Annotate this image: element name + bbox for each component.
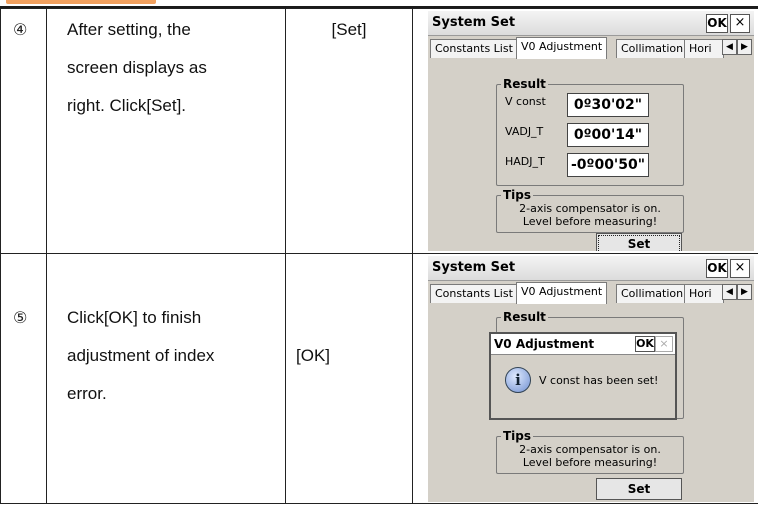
tips-text: 2-axis compensator is on. Level before m…: [497, 443, 683, 469]
steps-table: ④ After setting, the screen displays as …: [0, 8, 758, 504]
window-titlebar: System Set OK ×: [428, 11, 754, 36]
result-label: Result: [501, 77, 548, 91]
description-line: right. Click[Set].: [67, 96, 187, 115]
step-number-cell: ⑤: [0, 253, 47, 504]
step-description-cell: After setting, the screen displays as ri…: [46, 8, 286, 254]
close-icon[interactable]: ×: [730, 259, 750, 278]
tab-bar: Constants List V0 Adjustment Collimation…: [428, 37, 754, 59]
tab-bar: Constants List V0 Adjustment Collimation…: [428, 282, 754, 304]
description-line: After setting, the: [67, 20, 191, 39]
dialog-message: V const has been set!: [539, 374, 659, 387]
step-key-cell: [Set]: [285, 8, 413, 254]
tips-label: Tips: [501, 429, 534, 443]
tab-collimation[interactable]: Collimation: [616, 39, 689, 58]
tab-constants-list[interactable]: Constants List: [430, 39, 518, 58]
dialog-title: V0 Adjustment: [494, 337, 595, 351]
step-screen-cell: System Set OK × Constants List V0 Adjust…: [412, 8, 758, 254]
tips-text: 2-axis compensator is on. Level before m…: [497, 202, 683, 228]
step-row-4: ④ After setting, the screen displays as …: [0, 8, 758, 254]
dialog-titlebar: V0 Adjustment OK ×: [491, 334, 675, 355]
tips-line: 2-axis compensator is on.: [519, 443, 661, 456]
step-description-cell: Click[OK] to finish adjustment of index …: [46, 253, 286, 504]
left-arrow-icon[interactable]: ◀: [722, 39, 737, 55]
description-line: error.: [67, 384, 107, 403]
close-icon[interactable]: ×: [730, 14, 750, 33]
tab-v0-adjustment[interactable]: V0 Adjustment: [516, 282, 608, 304]
step-key: [OK]: [296, 346, 331, 365]
window-titlebar: System Set OK ×: [428, 256, 754, 281]
step-number: ⑤: [13, 308, 28, 327]
tab-scroll: ◀ ▶: [722, 284, 752, 300]
tab-hori[interactable]: Hori: [684, 39, 724, 58]
tab-collimation[interactable]: Collimation: [616, 284, 689, 303]
description-line: Click[OK] to finish: [67, 308, 202, 327]
dialog-close-icon[interactable]: ×: [655, 336, 673, 352]
result-label: Result: [501, 310, 548, 324]
window-title: System Set: [432, 15, 516, 30]
ok-button[interactable]: OK: [706, 14, 728, 33]
v0-adjustment-dialog: V0 Adjustment OK × i V const has been se…: [489, 332, 677, 420]
system-set-screen: System Set OK × Constants List V0 Adjust…: [428, 256, 754, 502]
tips-group: Tips 2-axis compensator is on. Level bef…: [496, 429, 684, 474]
step-number: ④: [13, 20, 28, 39]
tips-label: Tips: [501, 188, 534, 202]
set-button[interactable]: Set: [596, 233, 682, 251]
hadj-t-value: -0º00'50": [567, 153, 649, 177]
step-key: [Set]: [331, 20, 367, 39]
tips-line: Level before measuring!: [522, 456, 658, 469]
window-title: System Set: [432, 260, 516, 275]
tips-line: Level before measuring!: [522, 215, 658, 228]
step-key-cell: [OK]: [285, 253, 413, 504]
left-arrow-icon[interactable]: ◀: [722, 284, 737, 300]
info-icon: i: [505, 367, 531, 393]
tab-constants-list[interactable]: Constants List: [430, 284, 518, 303]
tab-hori[interactable]: Hori: [684, 284, 724, 303]
system-set-screen: System Set OK × Constants List V0 Adjust…: [428, 11, 754, 251]
v-const-value: 0º30'02": [567, 93, 649, 117]
vadj-t-label: VADJ_T: [505, 125, 544, 138]
step-row-5: ⑤ Click[OK] to finish adjustment of inde…: [0, 253, 758, 504]
set-button[interactable]: Set: [596, 478, 682, 500]
vadj-t-value: 0º00'14": [567, 123, 649, 147]
tab-scroll: ◀ ▶: [722, 39, 752, 55]
tab-v0-adjustment[interactable]: V0 Adjustment: [516, 37, 608, 59]
result-group: Result V const 0º30'02" VADJ_T 0º00'14" …: [496, 77, 684, 186]
hadj-t-label: HADJ_T: [505, 155, 545, 168]
description-line: screen displays as: [67, 58, 207, 77]
right-arrow-icon[interactable]: ▶: [737, 39, 752, 55]
ok-button[interactable]: OK: [706, 259, 728, 278]
dialog-ok-button[interactable]: OK: [635, 336, 655, 352]
tips-group: Tips 2-axis compensator is on. Level bef…: [496, 188, 684, 233]
description-line: adjustment of index: [67, 346, 215, 365]
step-number-cell: ④: [0, 8, 47, 254]
step-screen-cell: System Set OK × Constants List V0 Adjust…: [412, 253, 758, 504]
v-const-label: V const: [505, 95, 546, 108]
right-arrow-icon[interactable]: ▶: [737, 284, 752, 300]
tips-line: 2-axis compensator is on.: [519, 202, 661, 215]
